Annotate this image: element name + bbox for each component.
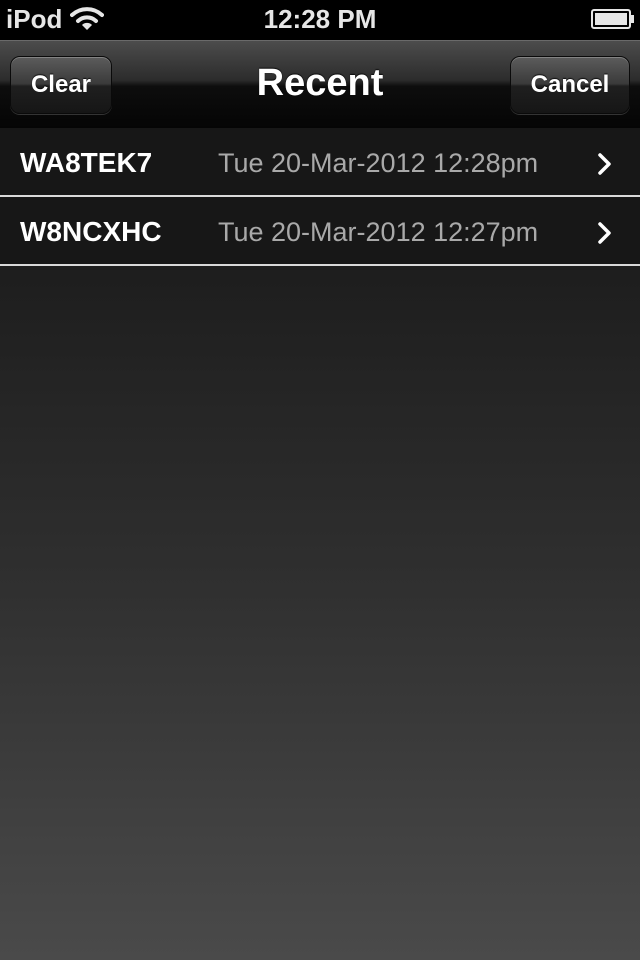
timestamp-label: Tue 20-Mar-2012 12:27pm (218, 217, 539, 247)
callsign-label: WA8TEK7 (20, 147, 153, 178)
cancel-button[interactable]: Cancel (510, 56, 630, 114)
chevron-right-icon (598, 153, 611, 175)
list-item[interactable]: W8NCXHC Tue 20-Mar-2012 12:27pm (0, 197, 640, 266)
list-item[interactable]: WA8TEK7 Tue 20-Mar-2012 12:28pm (0, 128, 640, 197)
chevron-right-icon (598, 222, 611, 244)
status-time: 12:28 PM (263, 4, 377, 34)
callsign-label: W8NCXHC (20, 216, 162, 247)
recent-list: WA8TEK7 Tue 20-Mar-2012 12:28pm W8NCXHC … (0, 128, 640, 266)
battery-full-icon (591, 9, 634, 29)
status-bar: iPod 12:28 PM (0, 0, 640, 40)
navigation-bar: Clear Recent Cancel (0, 40, 640, 128)
timestamp-label: Tue 20-Mar-2012 12:28pm (218, 148, 539, 178)
